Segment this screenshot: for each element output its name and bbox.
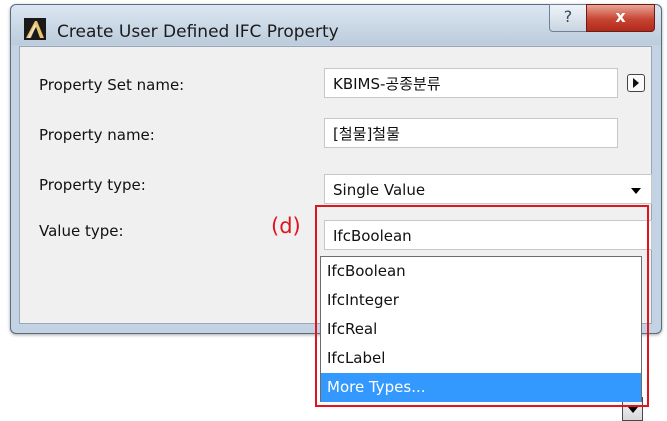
annotation-highlight-box	[315, 205, 649, 407]
annotation-label: (d)	[271, 214, 301, 238]
property-set-picker-button[interactable]	[627, 74, 645, 92]
chevron-down-icon	[628, 407, 638, 413]
property-name-label: Property name:	[39, 126, 155, 144]
property-type-label: Property type:	[39, 176, 146, 194]
dialog-title: Create User Defined IFC Property	[57, 22, 339, 42]
property-set-label: Property Set name:	[39, 76, 185, 94]
close-button[interactable]: x	[586, 4, 655, 32]
triangle-right-icon	[633, 78, 639, 88]
property-name-input[interactable]: [철물]철물	[324, 118, 618, 148]
title-bar[interactable]: Create User Defined IFC Property ? x	[11, 4, 661, 45]
chevron-down-icon	[631, 188, 641, 194]
property-type-select[interactable]: Single Value	[324, 174, 652, 204]
help-button[interactable]: ?	[549, 4, 587, 32]
value-type-label: Value type:	[39, 222, 124, 240]
property-type-value: Single Value	[333, 181, 426, 199]
archicad-logo-icon	[24, 18, 46, 40]
property-set-input[interactable]: KBIMS-공종분류	[324, 68, 618, 98]
